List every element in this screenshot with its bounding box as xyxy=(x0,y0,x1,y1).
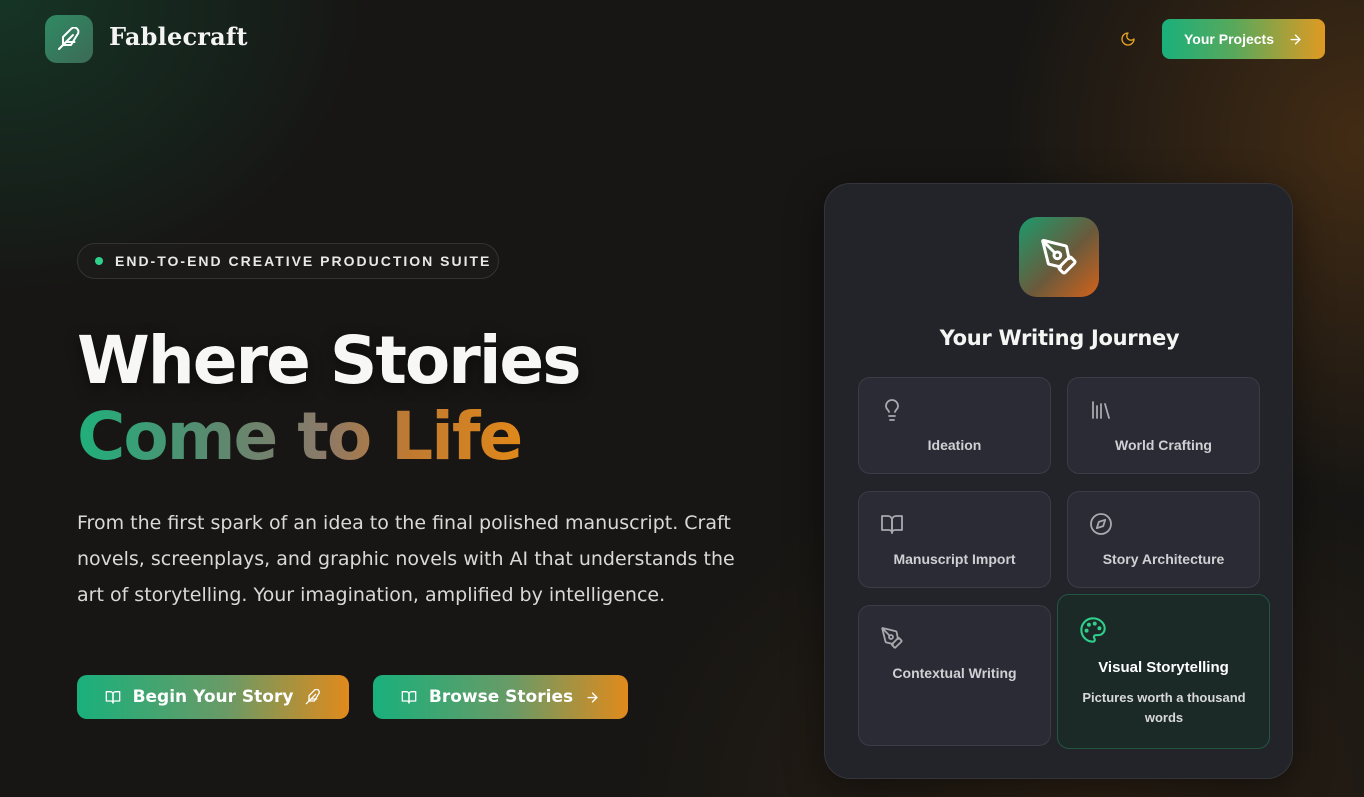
journey-step-label: Story Architecture xyxy=(1102,551,1225,567)
hero-badge: END-TO-END CREATIVE PRODUCTION SUITE xyxy=(77,243,499,279)
hero-badge-text: END-TO-END CREATIVE PRODUCTION SUITE xyxy=(115,253,492,269)
theme-toggle[interactable] xyxy=(1116,27,1140,51)
arrow-right-icon xyxy=(1290,33,1301,45)
journey-step-label: Manuscript Import xyxy=(893,551,1016,567)
feather-icon xyxy=(306,689,321,705)
journey-icon-box xyxy=(1019,217,1099,297)
writing-journey-card: Your Writing Journey Ideation World Craf… xyxy=(824,183,1293,779)
journey-step-label: Visual Storytelling xyxy=(1098,659,1229,676)
begin-your-story-label: Begin Your Story xyxy=(132,687,294,707)
compass-icon xyxy=(1090,513,1112,535)
browse-stories-button[interactable]: Browse Stories xyxy=(373,675,628,719)
book-open-icon xyxy=(881,515,903,534)
hero-title-line2: Come to Life xyxy=(77,398,523,475)
pen-tool-icon xyxy=(881,627,903,649)
library-icon xyxy=(1092,401,1110,419)
pen-tool-icon xyxy=(1041,239,1077,275)
lightbulb-icon xyxy=(885,399,899,421)
moon-icon xyxy=(1121,32,1135,46)
your-projects-button[interactable]: Your Projects xyxy=(1162,19,1325,59)
journey-step-world-crafting[interactable]: World Crafting xyxy=(1067,377,1260,474)
hero-description: From the first spark of an idea to the f… xyxy=(77,512,735,606)
journey-step-label: Contextual Writing xyxy=(892,665,1017,681)
book-open-icon xyxy=(401,691,417,704)
journey-step-story-architecture[interactable]: Story Architecture xyxy=(1067,491,1260,588)
journey-step-subtitle: Pictures worth a thousand words xyxy=(1082,690,1246,725)
journey-step-ideation[interactable]: Ideation xyxy=(858,377,1051,474)
book-open-icon xyxy=(105,691,120,704)
brand-name[interactable]: Fablecraft xyxy=(109,22,248,51)
journey-title: Your Writing Journey xyxy=(939,326,1180,350)
hero-title-line1: Where Stories xyxy=(77,322,581,399)
status-dot xyxy=(95,257,103,265)
begin-your-story-button[interactable]: Begin Your Story xyxy=(77,675,349,719)
journey-step-manuscript-import[interactable]: Manuscript Import xyxy=(858,491,1051,588)
browse-stories-label: Browse Stories xyxy=(428,687,574,707)
your-projects-label: Your Projects xyxy=(1184,31,1274,47)
journey-step-label: World Crafting xyxy=(1115,437,1212,453)
palette-icon xyxy=(1080,617,1106,643)
arrow-right-icon xyxy=(587,691,598,703)
journey-step-contextual-writing[interactable]: Contextual Writing xyxy=(858,605,1051,746)
feather-icon xyxy=(58,27,80,50)
journey-step-label: Ideation xyxy=(927,437,982,453)
logo[interactable] xyxy=(45,15,93,63)
journey-step-visual-storytelling[interactable]: Visual Storytelling Pictures worth a tho… xyxy=(1057,594,1270,749)
